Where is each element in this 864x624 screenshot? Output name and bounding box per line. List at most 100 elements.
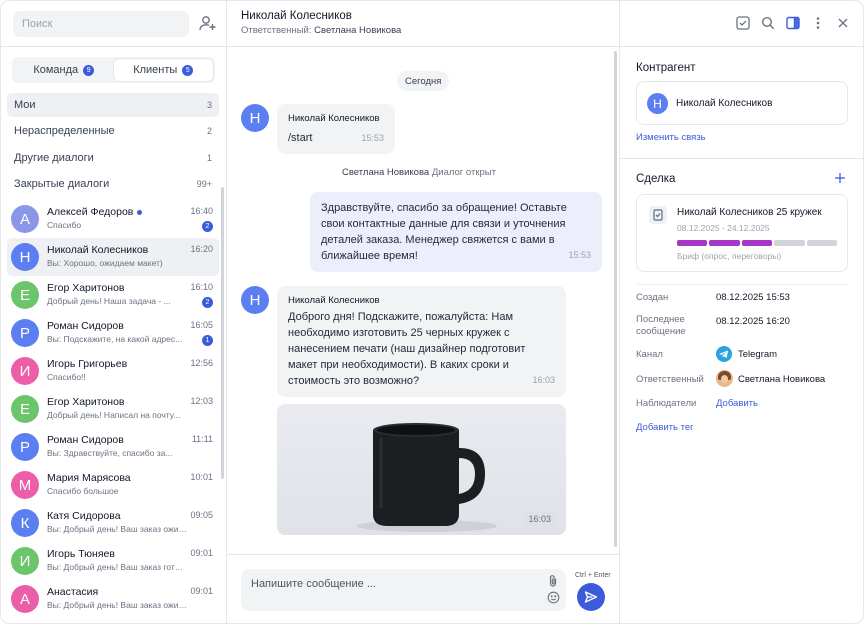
progress-segment [774,240,805,246]
progress-segment [741,240,773,246]
online-indicator [137,209,143,215]
chat-name-text: Егор Харитонов [47,396,125,408]
avatar: К [11,509,39,537]
chat-name: Роман Сидоров [47,320,124,332]
deal-title: Сделка [636,173,676,185]
sidebar-scrollbar[interactable] [221,187,224,479]
category-count: 3 [206,100,212,110]
add-observer-button[interactable]: Добавить [716,398,758,409]
chat-name: Мария Марясова [47,472,131,484]
chat-time: 12:03 [190,396,213,406]
composer-divider [227,554,620,555]
dialog-tabs: Команда 9 Клиенты 5 [12,57,215,83]
avatar: Н [11,243,39,271]
chat-time: 09:01 [190,586,213,596]
deal-progress-bar [677,240,838,246]
divider [1,46,227,47]
change-link-button[interactable]: Изменить связь [636,132,706,143]
chat-list-item[interactable]: Р Роман Сидоров 11:11 Вы: Здравствуйте, спа… [7,428,219,466]
avatar: Н [241,286,269,314]
progress-segment [709,240,740,246]
chat-preview: Вы: Добрый день! Ваш заказ готов... [47,562,187,572]
chat-list-item[interactable]: К Катя Сидорова 09:05 Вы: Добрый день! Ваш … [7,504,219,542]
responsible-label: Ответственный [636,374,704,385]
chat-time: 16:40 [190,206,213,216]
message-text: Здравствуйте, спасибо за обращение! Оста… [321,202,567,262]
system-event-text: Диалог открыт [431,167,496,178]
category-closed[interactable]: Закрытые диалоги 99+ [7,172,219,196]
contact-name: Николай Колесников [241,10,352,22]
incoming-message: Николай Колесников /start 15:53 [277,104,395,154]
message-time: 15:53 [361,133,384,143]
chat-name-text: Анастасия [47,586,99,598]
chat-list-item[interactable]: Н Николай Колесников 16:20 Вы: Хорошо, ожид… [7,238,219,276]
attach-icon[interactable] [547,574,559,588]
deal-stage: Бриф (опрос, переговоры) [677,251,782,261]
tab-team[interactable]: Команда 9 [14,59,114,81]
channel-label: Канал [636,349,663,360]
chat-preview: Вы: Здравствуйте, спасибо за... [47,448,173,458]
unread-badge: 1 [202,335,213,346]
chat-name: Алексей Федоров [47,206,143,218]
category-count: 2 [206,126,212,136]
deal-card[interactable]: Николай Колесников 25 кружек 08.12.2025 … [636,194,848,272]
chat-time: 09:01 [190,548,213,558]
search-input[interactable] [13,11,189,37]
progress-segment [677,240,708,246]
chat-list-item[interactable]: Е Егор Харитонов 16:10 Добрый день! Наша за… [7,276,219,314]
send-button[interactable] [577,583,605,611]
date-separator: Сегодня [397,71,450,91]
add-deal-icon[interactable] [834,172,846,184]
avatar: А [11,585,39,613]
image-attachment[interactable]: 16:03 [277,404,566,535]
chat-time: 16:20 [190,244,213,254]
chat-name-text: Игорь Григорьев [47,358,128,370]
responsible-label: Ответственный: [241,25,312,36]
category-other[interactable]: Другие диалоги 1 [7,146,219,170]
category-count: 1 [206,153,212,163]
message-author: Николай Колесников [288,295,380,306]
deal-icon [649,206,667,224]
chat-list-item[interactable]: А Анастасия 09:01 Вы: Добрый день! Ваш зака… [7,580,219,618]
last-message-value: 08.12.2025 16:20 [716,316,790,327]
chat-list-item[interactable]: И Игорь Тюняев 09:01 Вы: Добрый день! Ваш з… [7,542,219,580]
message-input[interactable] [251,577,521,591]
chat-name: Анастасия [47,586,98,598]
last-message-label: Последнее сообщение [636,314,686,337]
avatar: Н [647,93,668,114]
category-count: 99+ [196,179,212,189]
emoji-icon[interactable] [547,591,560,604]
message-text: Доброго дня! Подскажите, пожалуйста: Нам… [288,311,526,387]
count-badge: 5 [182,64,194,76]
chat-preview: Вы: Подскажите, на какой адрес... [47,334,183,344]
progress-segment [806,240,838,246]
chat-time: 12:56 [190,358,213,368]
chat-preview: Вы: Хорошо, ожидаем макет) [47,258,163,268]
tab-clients[interactable]: Клиенты 5 [113,59,213,81]
send-shortcut-hint: Ctrl + Enter [575,572,611,579]
contractor-title: Контрагент [636,62,696,74]
chat-name-text: Роман Сидоров [47,320,124,332]
divider [620,158,863,159]
chat-preview: Вы: Добрый день! Ваш заказ ожидает... [47,524,187,534]
chat-preview: Спасибо!! [47,372,86,382]
responsible-value: Светлана Новикова [738,374,826,385]
add-contact-icon[interactable] [197,13,217,33]
chat-list-item[interactable]: М Мария Марясова 10:01 Спасибо большое [7,466,219,504]
chat-list-item[interactable]: И Игорь Григорьев 12:56 Спасибо!! [7,352,219,390]
chat-list-item[interactable]: Е Егор Харитонов 12:03 Добрый день! Написал… [7,390,219,428]
add-tag-button[interactable]: Добавить тег [636,422,694,433]
message-author: Николай Колесников [288,113,380,124]
chat-name: Катя Сидорова [47,510,121,522]
contractor-card[interactable]: Н Николай Колесников [636,81,848,125]
created-label: Создан [636,292,669,303]
chat-name: Роман Сидоров [47,434,124,446]
chat-list-item[interactable]: А Алексей Федоров 16:40 Спасибо 2 [7,200,219,238]
category-mine[interactable]: Мои 3 [7,93,219,117]
conversation-scrollbar[interactable] [614,51,617,547]
category-unassigned[interactable]: Нераспределенные 2 [7,119,219,143]
avatar: Н [241,104,269,132]
channel-value: Telegram [738,349,778,360]
unread-badge: 2 [202,297,213,308]
chat-list-item[interactable]: Р Роман Сидоров 16:05 Вы: Подскажите, на ка… [7,314,219,352]
